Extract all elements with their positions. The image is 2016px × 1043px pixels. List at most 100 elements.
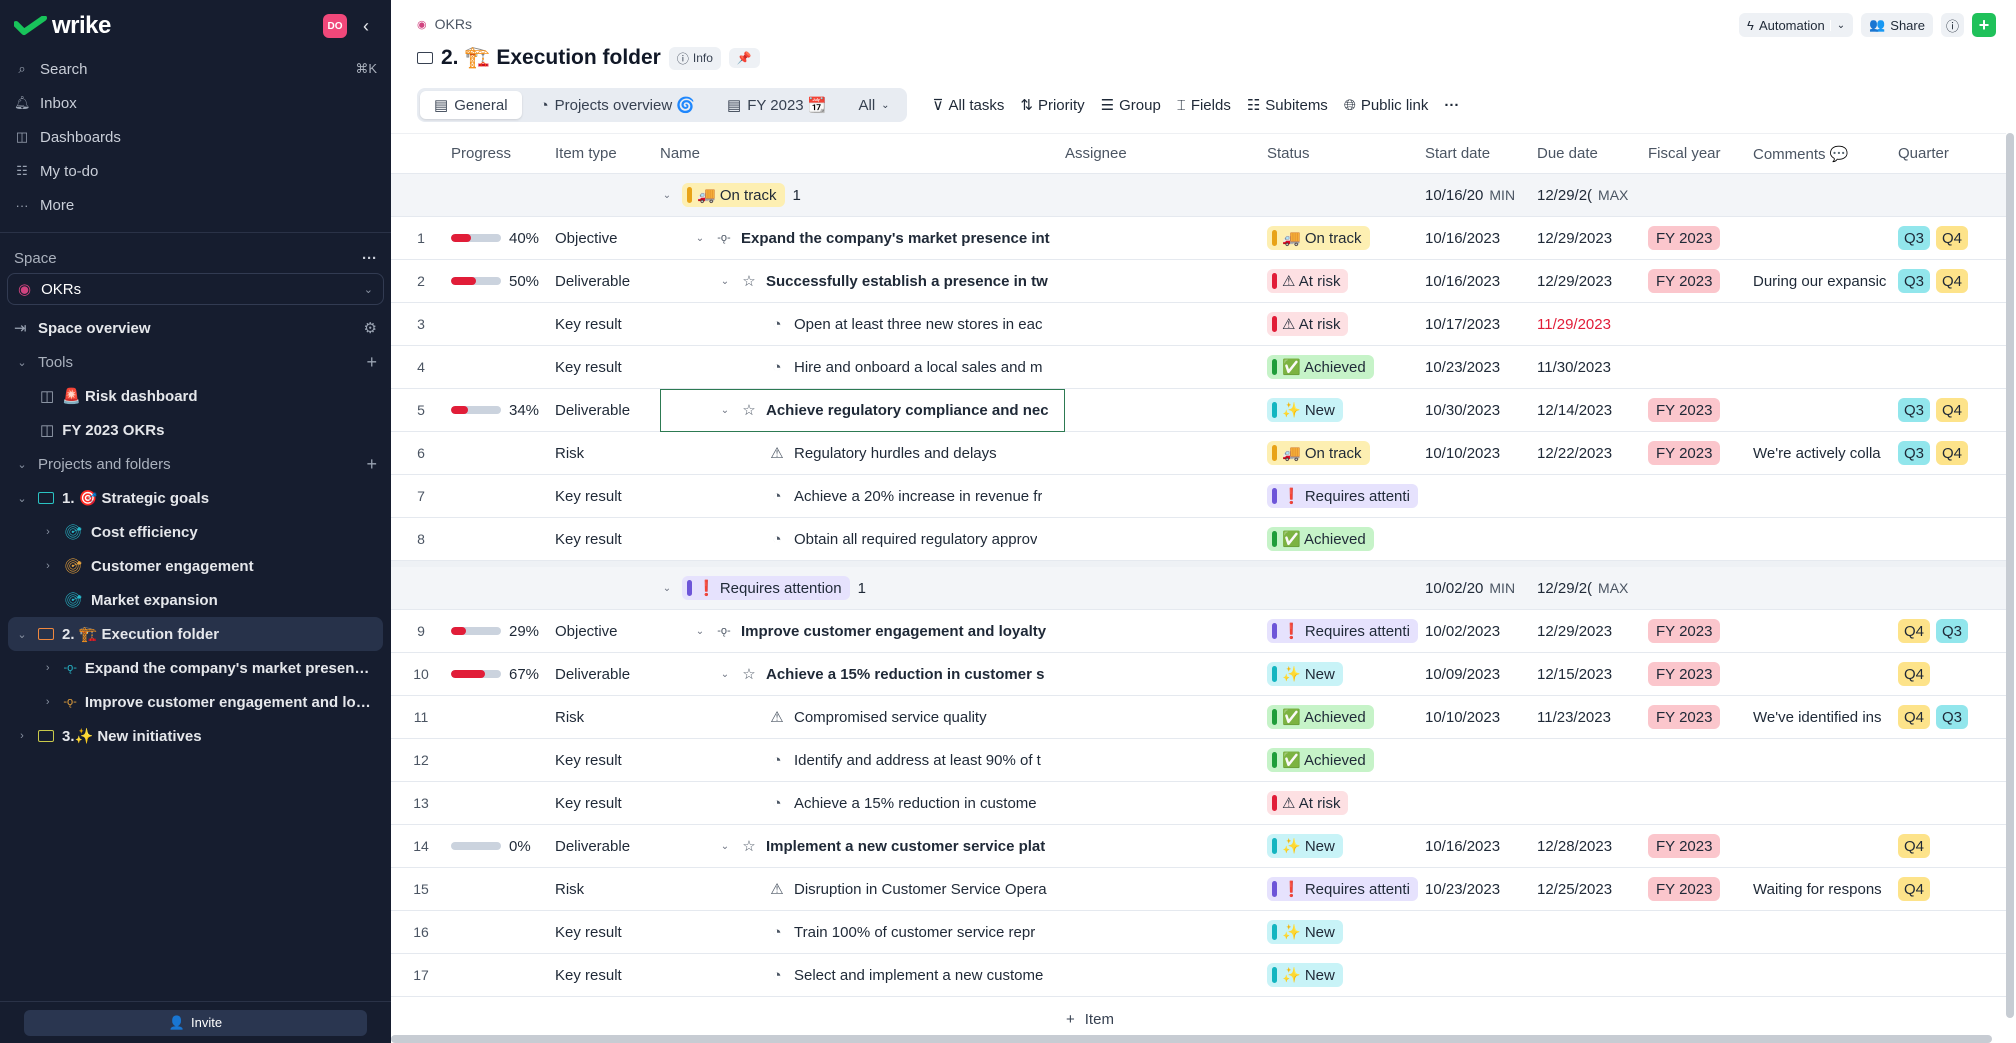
comments-cell[interactable]: Waiting for respons bbox=[1753, 881, 1898, 898]
breadcrumb[interactable]: ◉ OKRs bbox=[417, 16, 472, 32]
item-name[interactable]: Achieve a 15% reduction in custome bbox=[794, 795, 1037, 812]
name-cell[interactable]: ◔ Select and implement a new custome bbox=[660, 967, 1065, 984]
tab-projects-overview[interactable]: ◔ Projects overview 🌀 bbox=[526, 91, 709, 119]
help-button[interactable]: ⓘ bbox=[1940, 13, 1964, 37]
chevron-right-icon[interactable]: › bbox=[40, 560, 56, 572]
chevron-down-icon[interactable]: ⌄ bbox=[14, 628, 30, 641]
nav-item-dashboards[interactable]: ◫ Dashboards bbox=[0, 120, 391, 154]
quarter-cell[interactable]: Q3 Q4 bbox=[1898, 398, 2008, 422]
chevron-down-icon[interactable]: ⌄ bbox=[14, 492, 30, 505]
status-pill[interactable]: ⚠ At risk bbox=[1267, 791, 1349, 815]
fiscal-year-cell[interactable]: FY 2023 bbox=[1648, 705, 1753, 729]
status-pill[interactable]: ✨ New bbox=[1267, 834, 1343, 858]
due-date[interactable]: 11/30/2023 bbox=[1537, 359, 1648, 376]
projects-section[interactable]: ⌄ Projects and folders + bbox=[0, 447, 391, 481]
space-more-icon[interactable]: ··· bbox=[362, 250, 377, 267]
start-date[interactable]: 10/16/2023 bbox=[1425, 273, 1537, 290]
quarter-cell[interactable]: Q4 Q3 bbox=[1898, 619, 2008, 643]
status-cell[interactable]: 🚚 On track bbox=[1267, 226, 1425, 250]
status-cell[interactable]: ❗ Requires attenti bbox=[1267, 877, 1425, 901]
name-cell[interactable]: ◔ Achieve a 15% reduction in custome bbox=[660, 795, 1065, 812]
due-date[interactable]: 12/29/2023 bbox=[1537, 273, 1648, 290]
table-row[interactable]: 11 Risk ⚠︎ Compromised service quality ✅ Ach… bbox=[391, 696, 2006, 739]
share-button[interactable]: 👥 Share bbox=[1861, 13, 1933, 37]
chevron-down-icon[interactable]: ⌄ bbox=[660, 190, 674, 201]
due-date[interactable]: 12/14/2023 bbox=[1537, 402, 1648, 419]
tab-general[interactable]: ▤ General bbox=[420, 91, 522, 119]
quarter-cell[interactable]: Q3 Q4 bbox=[1898, 226, 2008, 250]
item-name[interactable]: Train 100% of customer service repr bbox=[794, 924, 1035, 941]
status-pill[interactable]: 🚚 On track bbox=[1267, 441, 1370, 465]
chevron-right-icon[interactable]: › bbox=[40, 526, 56, 538]
column-header-item-type[interactable]: Item type bbox=[555, 145, 660, 162]
tree-item[interactable]: › 3.✨ New initiatives bbox=[0, 719, 391, 753]
add-tool-icon[interactable]: + bbox=[366, 352, 377, 373]
fiscal-year-cell[interactable]: FY 2023 bbox=[1648, 269, 1753, 293]
fiscal-year-cell[interactable]: FY 2023 bbox=[1648, 441, 1753, 465]
tree-item[interactable]: 🎯︎ Market expansion bbox=[0, 583, 391, 617]
status-cell[interactable]: 🚚 On track bbox=[1267, 441, 1425, 465]
status-pill[interactable]: ❗ Requires attenti bbox=[1267, 484, 1418, 508]
name-cell[interactable]: ⚠︎ Compromised service quality bbox=[660, 708, 1065, 727]
status-cell[interactable]: ⚠ At risk bbox=[1267, 791, 1425, 815]
wrike-logo[interactable]: wrike bbox=[14, 12, 111, 40]
chevron-down-icon[interactable]: ⌄ bbox=[718, 405, 732, 416]
status-cell[interactable]: ✨ New bbox=[1267, 834, 1425, 858]
tree-item[interactable]: ⌄ 2. 🏗️ Execution folder bbox=[8, 617, 383, 651]
item-name[interactable]: Hire and onboard a local sales and m bbox=[794, 359, 1042, 376]
start-date[interactable]: 10/23/2023 bbox=[1425, 881, 1537, 898]
due-date[interactable]: 11/29/2023 bbox=[1537, 316, 1648, 333]
comments-cell[interactable]: We've identified ins bbox=[1753, 709, 1898, 726]
chevron-down-icon[interactable]: ⌄ bbox=[718, 669, 732, 680]
item-name[interactable]: Obtain all required regulatory approv bbox=[794, 531, 1037, 548]
start-date[interactable]: 10/30/2023 bbox=[1425, 402, 1537, 419]
fiscal-year-cell[interactable]: FY 2023 bbox=[1648, 834, 1753, 858]
vertical-scrollbar[interactable] bbox=[2006, 133, 2014, 1018]
column-header-due-date[interactable]: Due date bbox=[1537, 145, 1648, 162]
chevron-down-icon[interactable]: ⌄ bbox=[718, 841, 732, 852]
status-cell[interactable]: ✅ Achieved bbox=[1267, 527, 1425, 551]
item-name[interactable]: Implement a new customer service plat bbox=[766, 838, 1045, 855]
page-title[interactable]: 2. 🏗️ Execution folder bbox=[441, 46, 661, 70]
name-cell[interactable]: ◔ Open at least three new stores in eac bbox=[660, 316, 1065, 333]
due-date[interactable]: 12/29/2023 bbox=[1537, 623, 1648, 640]
status-cell[interactable]: ✨ New bbox=[1267, 963, 1425, 987]
table-row[interactable]: 6 Risk ⚠︎ Regulatory hurdles and delays 🚚 On… bbox=[391, 432, 2006, 475]
tree-item[interactable]: › -ǫ- Expand the company's market presence… bbox=[0, 651, 391, 685]
tree-item[interactable]: › 🎯︎ Cost efficiency bbox=[0, 515, 391, 549]
space-overview[interactable]: ⇥ Space overview ⚙ bbox=[0, 311, 391, 345]
status-pill[interactable]: ✅ Achieved bbox=[1267, 748, 1374, 772]
item-name[interactable]: Select and implement a new custome bbox=[794, 967, 1043, 984]
table-row[interactable]: 8 Key result ◔ Obtain all required regulato… bbox=[391, 518, 2006, 561]
group-row[interactable]: ⌄ 🚚 On track 1 10/16/20 MIN 12/29/2(MAX bbox=[391, 174, 2006, 217]
item-name[interactable]: Improve customer engagement and loyalty bbox=[741, 623, 1046, 640]
user-avatar[interactable]: DO bbox=[323, 14, 347, 38]
table-row[interactable]: 13 Key result ◔ Achieve a 15% reduction in … bbox=[391, 782, 2006, 825]
invite-button[interactable]: 👤 Invite bbox=[24, 1009, 367, 1036]
status-pill[interactable]: ✨ New bbox=[1267, 662, 1343, 686]
quarter-cell[interactable]: Q4 bbox=[1898, 662, 2008, 686]
start-date[interactable]: 10/16/2023 bbox=[1425, 838, 1537, 855]
start-date[interactable]: 10/09/2023 bbox=[1425, 666, 1537, 683]
name-cell[interactable]: ◔ Achieve a 20% increase in revenue fr bbox=[660, 488, 1065, 505]
tab-all[interactable]: All ⌄ bbox=[844, 91, 903, 119]
due-date[interactable]: 11/23/2023 bbox=[1537, 709, 1648, 726]
quarter-cell[interactable]: Q3 Q4 bbox=[1898, 441, 2008, 465]
column-header-start-date[interactable]: Start date bbox=[1425, 145, 1537, 162]
status-cell[interactable]: ⚠ At risk bbox=[1267, 312, 1425, 336]
status-cell[interactable]: ⚠ At risk bbox=[1267, 269, 1425, 293]
nav-item-my-to-do[interactable]: ☷ My to-do bbox=[0, 154, 391, 188]
chevron-down-icon[interactable]: ⌄ bbox=[718, 276, 732, 287]
status-cell[interactable]: ✨ New bbox=[1267, 920, 1425, 944]
column-header-comments[interactable]: Comments 💬 bbox=[1753, 145, 1898, 163]
quarter-cell[interactable]: Q4 bbox=[1898, 877, 2008, 901]
name-cell[interactable]: ⚠︎ Disruption in Customer Service Opera bbox=[660, 880, 1065, 899]
more-options-icon[interactable]: ··· bbox=[1444, 97, 1459, 114]
table-row[interactable]: 14 0% Deliverable ⌄ ☆ Implement a new custome… bbox=[391, 825, 2006, 868]
name-cell[interactable]: ⚠︎ Regulatory hurdles and delays bbox=[660, 444, 1065, 463]
sidebar-tool-item[interactable]: ◫ FY 2023 OKRs bbox=[0, 413, 391, 447]
status-cell[interactable]: ✅ Achieved bbox=[1267, 748, 1425, 772]
fiscal-year-cell[interactable]: FY 2023 bbox=[1648, 398, 1753, 422]
nav-item-inbox[interactable]: 🔔︎ Inbox bbox=[0, 86, 391, 120]
nav-item-more[interactable]: ··· More bbox=[0, 188, 391, 222]
